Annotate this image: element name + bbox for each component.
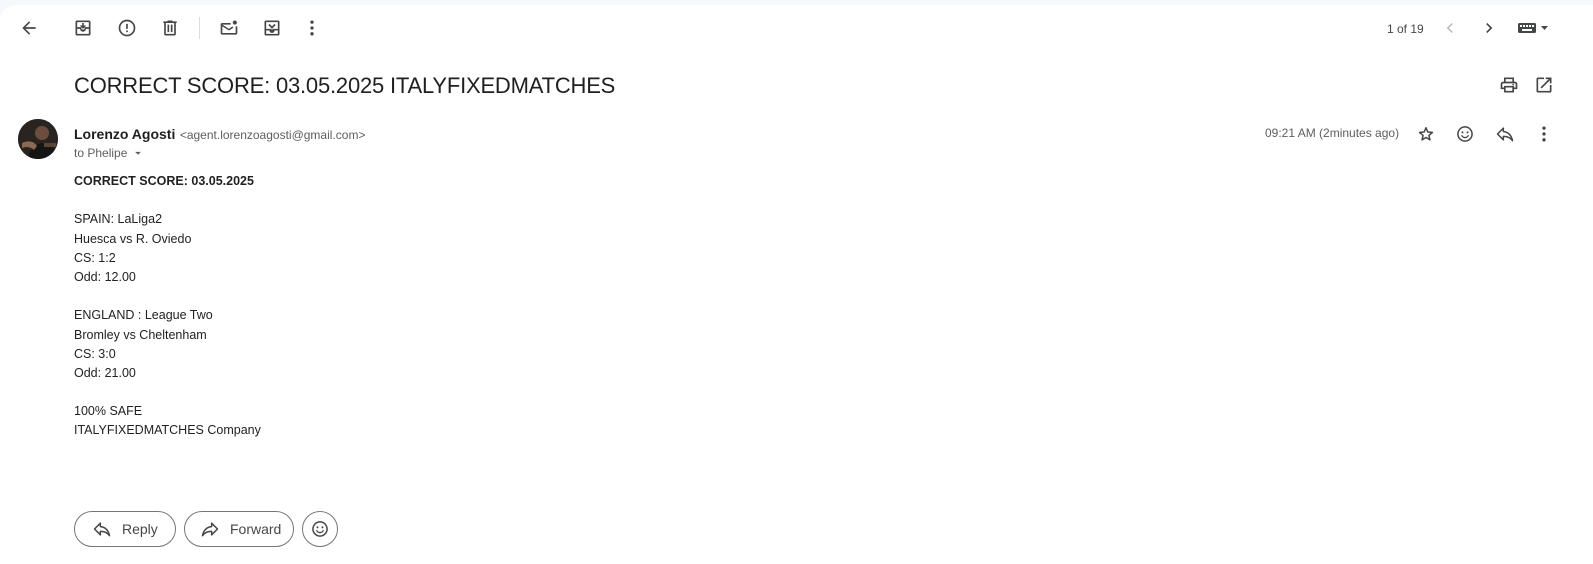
body-line: CORRECT SCORE: 03.05.2025: [74, 174, 254, 188]
body-line: CS: 1:2: [74, 250, 116, 265]
email-view: 1 of 19 CORRECT SCORE: 03.05.2025 ITALYF…: [0, 5, 1593, 564]
add-reaction-button[interactable]: [1449, 118, 1481, 150]
input-tools-button[interactable]: [1512, 12, 1556, 44]
body-line: [74, 191, 261, 210]
archive-icon: [75, 20, 91, 36]
star-button[interactable]: [1410, 118, 1442, 150]
more-vert-icon: [1542, 126, 1546, 142]
recipients: to Phelipe: [74, 146, 128, 160]
move-to-button[interactable]: [256, 12, 288, 44]
body-line: 100% SAFE: [74, 404, 143, 419]
body-line: Odd: 21.00: [74, 365, 136, 380]
body-line: Bromley vs Cheltenham: [74, 327, 207, 342]
print-icon: [1500, 77, 1518, 93]
reply-icon: [1496, 127, 1514, 142]
previous-button[interactable]: [1434, 12, 1466, 44]
forward-button[interactable]: Forward: [184, 511, 294, 547]
message-more-button[interactable]: [1528, 118, 1560, 150]
body-line: Huesca vs R. Oviedo: [74, 231, 192, 246]
report-spam-icon: [118, 19, 136, 37]
body-line: ENGLAND : League Two: [74, 308, 213, 323]
open-new-window-button[interactable]: [1528, 69, 1560, 101]
reply-button[interactable]: Reply: [74, 511, 176, 547]
keyboard-icon: [1518, 23, 1548, 33]
archive-button[interactable]: [67, 12, 99, 44]
reply-icon-button[interactable]: [1489, 118, 1521, 150]
reply-actions: Reply Forward: [74, 511, 338, 547]
toolbar-divider: [199, 17, 200, 39]
sender-email: <agent.lorenzoagosti@gmail.com>: [179, 128, 366, 142]
emoji-reaction-button[interactable]: [302, 511, 338, 547]
chevron-right-icon: [1486, 23, 1493, 33]
back-button[interactable]: [13, 12, 45, 44]
emoji-icon: [1457, 126, 1473, 142]
trash-icon: [163, 20, 177, 36]
caret-down-icon[interactable]: [131, 146, 145, 160]
email-subject: CORRECT SCORE: 03.05.2025 ITALYFIXEDMATC…: [74, 73, 616, 98]
body-line: [74, 383, 261, 402]
arrow-left-icon: [22, 21, 36, 35]
avatar-photo: [18, 119, 58, 159]
more-vert-icon: [310, 20, 314, 36]
delete-button[interactable]: [154, 12, 186, 44]
message-toolbar: 1 of 19: [0, 5, 1593, 53]
next-button[interactable]: [1473, 12, 1505, 44]
sender-name[interactable]: Lorenzo Agosti: [74, 126, 175, 142]
body-line: CS: 3:0: [74, 346, 116, 361]
message-counter: 1 of 19: [1387, 22, 1424, 36]
body-line: SPAIN: LaLiga2: [74, 212, 163, 227]
add-reaction-icon: [312, 521, 328, 537]
message-time: 09:21 AM (2minutes ago): [1265, 126, 1400, 140]
more-options-button[interactable]: [296, 12, 328, 44]
recipients-line: to Phelipe: [74, 146, 145, 160]
star-icon: [1418, 127, 1434, 141]
open-in-new-icon: [1536, 77, 1552, 93]
chevron-left-icon: [1446, 23, 1453, 33]
subject-row: CORRECT SCORE: 03.05.2025 ITALYFIXEDMATC…: [74, 73, 1593, 101]
sender-avatar[interactable]: [18, 119, 58, 159]
sender-line: Lorenzo Agosti <agent.lorenzoagosti@gmai…: [74, 126, 365, 144]
message-body: CORRECT SCORE: 03.05.2025 SPAIN: LaLiga2…: [74, 172, 261, 441]
body-line: ITALYFIXEDMATCHES Company: [74, 423, 261, 438]
mark-unread-button[interactable]: [213, 12, 245, 44]
move-to-icon: [264, 20, 280, 36]
reply-label: Reply: [122, 521, 158, 537]
print-button[interactable]: [1493, 69, 1525, 101]
forward-arrow-icon: [201, 522, 219, 537]
reply-arrow-icon: [93, 522, 111, 537]
forward-label: Forward: [230, 521, 282, 537]
mark-unread-icon: [220, 20, 238, 35]
body-line: [74, 287, 261, 306]
report-spam-button[interactable]: [111, 12, 143, 44]
body-line: Odd: 12.00: [74, 269, 136, 284]
